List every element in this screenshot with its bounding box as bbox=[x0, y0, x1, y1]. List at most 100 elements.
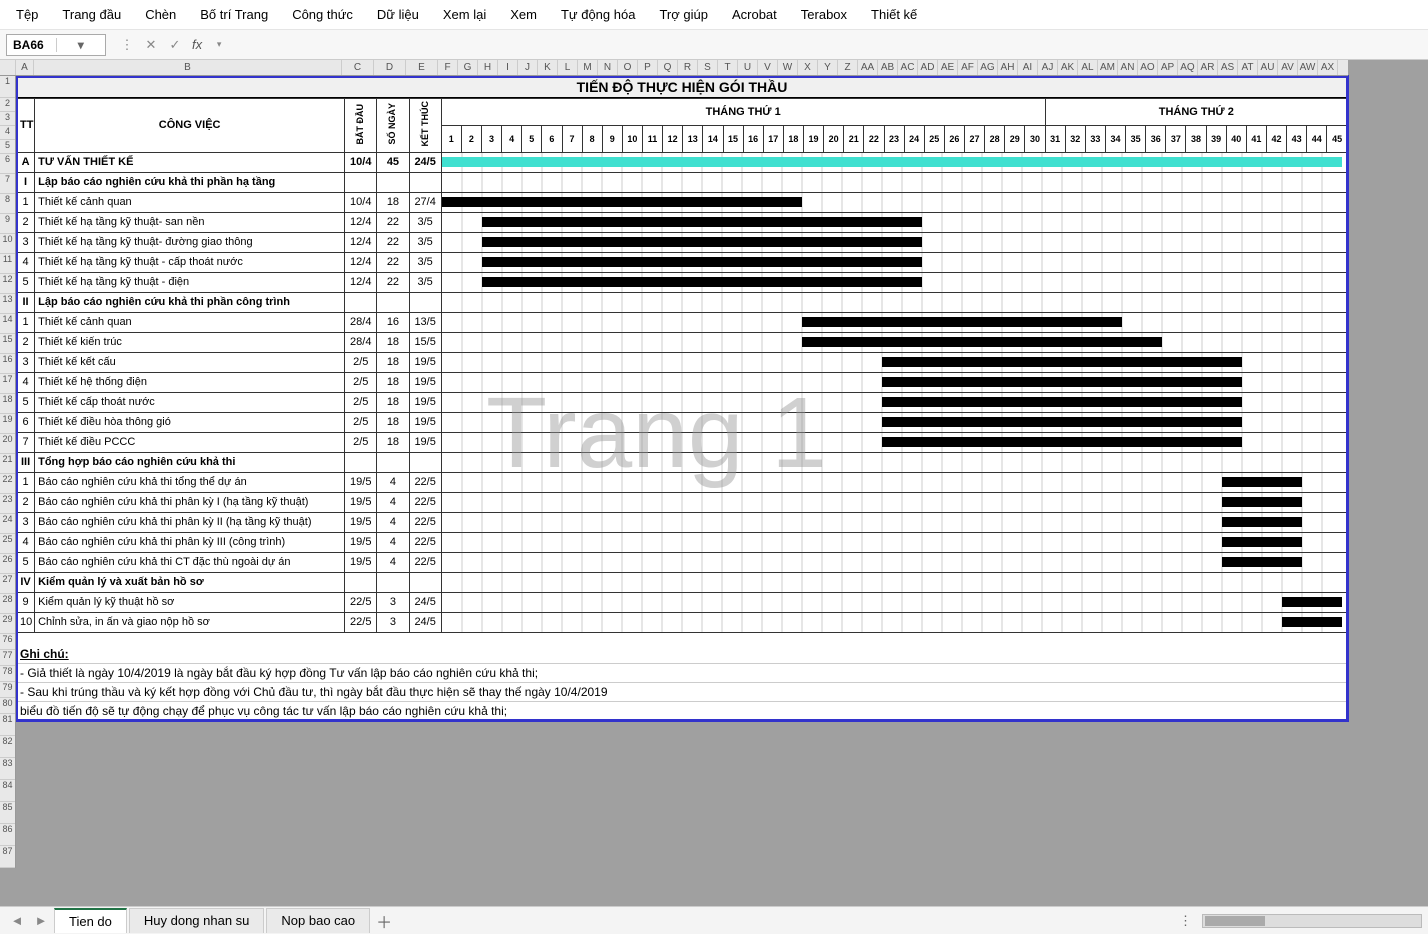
row-header[interactable]: 83 bbox=[0, 758, 15, 780]
col-header[interactable]: AD bbox=[918, 60, 938, 75]
row-header[interactable]: 24 bbox=[0, 514, 15, 534]
row-header[interactable]: 12 bbox=[0, 274, 15, 294]
table-row[interactable]: 1Thiết kế cảnh quan28/41613/5 bbox=[17, 312, 1348, 332]
table-row[interactable]: 5Thiết kế hạ tầng kỹ thuật - điện12/4223… bbox=[17, 272, 1348, 292]
table-row[interactable]: 4Thiết kế hệ thống điện2/51819/5 bbox=[17, 372, 1348, 392]
row-header[interactable]: 26 bbox=[0, 554, 15, 574]
table-row[interactable]: 5Báo cáo nghiên cứu khả thi CT đặc thù n… bbox=[17, 552, 1348, 572]
row-header[interactable]: 22 bbox=[0, 474, 15, 494]
row-header[interactable]: 81 bbox=[0, 714, 15, 736]
menu-item-5[interactable]: Dữ liệu bbox=[365, 2, 431, 27]
row-header[interactable]: 78 bbox=[0, 666, 15, 682]
col-header[interactable]: AF bbox=[958, 60, 978, 75]
chevron-down-icon[interactable]: ▾ bbox=[56, 38, 106, 52]
menu-item-0[interactable]: Tệp bbox=[4, 2, 50, 27]
row-header[interactable]: 13 bbox=[0, 294, 15, 314]
col-header[interactable]: AI bbox=[1018, 60, 1038, 75]
col-header[interactable]: AS bbox=[1218, 60, 1238, 75]
menu-item-1[interactable]: Trang đầu bbox=[50, 2, 133, 27]
col-header[interactable]: AJ bbox=[1038, 60, 1058, 75]
row-headers[interactable]: 1234567891011121314151617181920212223242… bbox=[0, 76, 16, 868]
menu-item-12[interactable]: Thiết kế bbox=[859, 2, 929, 27]
tab-nav-next[interactable]: ► bbox=[30, 910, 52, 932]
col-header[interactable]: O bbox=[618, 60, 638, 75]
col-header[interactable]: AG bbox=[978, 60, 998, 75]
table-row[interactable]: ATƯ VẤN THIẾT KẾ10/44524/5 bbox=[17, 152, 1348, 172]
table-row[interactable]: 7Thiết kế điều PCCC2/51819/5 bbox=[17, 432, 1348, 452]
table-row[interactable]: 3Báo cáo nghiên cứu khả thi phân kỳ II (… bbox=[17, 512, 1348, 532]
table-row[interactable]: IVKiểm quản lý và xuất bản hồ sơ bbox=[17, 572, 1348, 592]
menu-item-6[interactable]: Xem lại bbox=[431, 2, 498, 27]
col-header[interactable]: AK bbox=[1058, 60, 1078, 75]
table-row[interactable]: 4Thiết kế hạ tầng kỹ thuật - cấp thoát n… bbox=[17, 252, 1348, 272]
row-header[interactable]: 80 bbox=[0, 698, 15, 714]
col-header[interactable]: AM bbox=[1098, 60, 1118, 75]
row-header[interactable]: 21 bbox=[0, 454, 15, 474]
col-header[interactable]: AW bbox=[1298, 60, 1318, 75]
sheet-tab[interactable]: Tien do bbox=[54, 908, 127, 933]
row-header[interactable]: 29 bbox=[0, 614, 15, 634]
row-header[interactable]: 18 bbox=[0, 394, 15, 414]
menu-item-11[interactable]: Terabox bbox=[789, 2, 859, 27]
menu-item-2[interactable]: Chèn bbox=[133, 2, 188, 27]
col-header[interactable]: AU bbox=[1258, 60, 1278, 75]
table-row[interactable]: IILập báo cáo nghiên cứu khả thi phần cô… bbox=[17, 292, 1348, 312]
row-header[interactable]: 86 bbox=[0, 824, 15, 846]
table-row[interactable]: 10Chỉnh sửa, in ấn và giao nộp hồ sơ22/5… bbox=[17, 612, 1348, 632]
row-header[interactable]: 87 bbox=[0, 846, 15, 868]
row-header[interactable]: 25 bbox=[0, 534, 15, 554]
col-header[interactable]: AL bbox=[1078, 60, 1098, 75]
col-header[interactable]: F bbox=[438, 60, 458, 75]
table-row[interactable]: 4Báo cáo nghiên cứu khả thi phân kỳ III … bbox=[17, 532, 1348, 552]
row-header[interactable]: 85 bbox=[0, 802, 15, 824]
row-header[interactable]: 1 bbox=[0, 76, 15, 98]
menu-item-3[interactable]: Bố trí Trang bbox=[188, 2, 280, 27]
table-row[interactable]: 1Thiết kế cảnh quan10/41827/4 bbox=[17, 192, 1348, 212]
row-header[interactable]: 23 bbox=[0, 494, 15, 514]
col-header[interactable]: AV bbox=[1278, 60, 1298, 75]
col-header[interactable]: AA bbox=[858, 60, 878, 75]
col-header[interactable]: W bbox=[778, 60, 798, 75]
table-row[interactable]: 6Thiết kế điều hòa thông gió2/51819/5 bbox=[17, 412, 1348, 432]
horizontal-scrollbar[interactable] bbox=[1202, 914, 1422, 928]
sheet-tab[interactable]: Nop bao cao bbox=[266, 908, 370, 933]
col-header[interactable]: AQ bbox=[1178, 60, 1198, 75]
col-header[interactable]: AN bbox=[1118, 60, 1138, 75]
menu-item-10[interactable]: Acrobat bbox=[720, 2, 789, 27]
col-header[interactable]: U bbox=[738, 60, 758, 75]
tab-nav-prev[interactable]: ◄ bbox=[6, 910, 28, 932]
row-header[interactable]: 6 bbox=[0, 154, 15, 174]
col-header[interactable]: N bbox=[598, 60, 618, 75]
table-row[interactable]: 5Thiết kế cấp thoát nước2/51819/5 bbox=[17, 392, 1348, 412]
col-header[interactable]: AB bbox=[878, 60, 898, 75]
col-header[interactable]: Q bbox=[658, 60, 678, 75]
row-header[interactable]: 76 bbox=[0, 634, 15, 650]
col-header[interactable]: AR bbox=[1198, 60, 1218, 75]
col-header[interactable]: M bbox=[578, 60, 598, 75]
col-header[interactable]: S bbox=[698, 60, 718, 75]
row-header[interactable]: 77 bbox=[0, 650, 15, 666]
col-header[interactable]: AH bbox=[998, 60, 1018, 75]
name-box[interactable]: BA66 ▾ bbox=[6, 34, 106, 56]
table-row[interactable]: IIITổng hợp báo cáo nghiên cứu khả thi bbox=[17, 452, 1348, 472]
select-all-corner[interactable] bbox=[0, 60, 16, 75]
row-header[interactable]: 15 bbox=[0, 334, 15, 354]
row-header[interactable]: 20 bbox=[0, 434, 15, 454]
col-header[interactable]: P bbox=[638, 60, 658, 75]
row-header[interactable]: 7 bbox=[0, 174, 15, 194]
row-header[interactable]: 5 bbox=[0, 140, 15, 154]
table-row[interactable]: 3Thiết kế hạ tầng kỹ thuật- đường giao t… bbox=[17, 232, 1348, 252]
col-header[interactable]: B bbox=[34, 60, 342, 75]
col-header[interactable]: X bbox=[798, 60, 818, 75]
row-header[interactable]: 8 bbox=[0, 194, 15, 214]
row-header[interactable]: 11 bbox=[0, 254, 15, 274]
row-header[interactable]: 27 bbox=[0, 574, 15, 594]
row-header[interactable]: 9 bbox=[0, 214, 15, 234]
row-header[interactable]: 16 bbox=[0, 354, 15, 374]
col-header[interactable]: C bbox=[342, 60, 374, 75]
col-header[interactable]: K bbox=[538, 60, 558, 75]
menu-item-8[interactable]: Tự động hóa bbox=[549, 2, 647, 27]
col-header[interactable]: G bbox=[458, 60, 478, 75]
col-header[interactable]: Z bbox=[838, 60, 858, 75]
col-header[interactable]: T bbox=[718, 60, 738, 75]
